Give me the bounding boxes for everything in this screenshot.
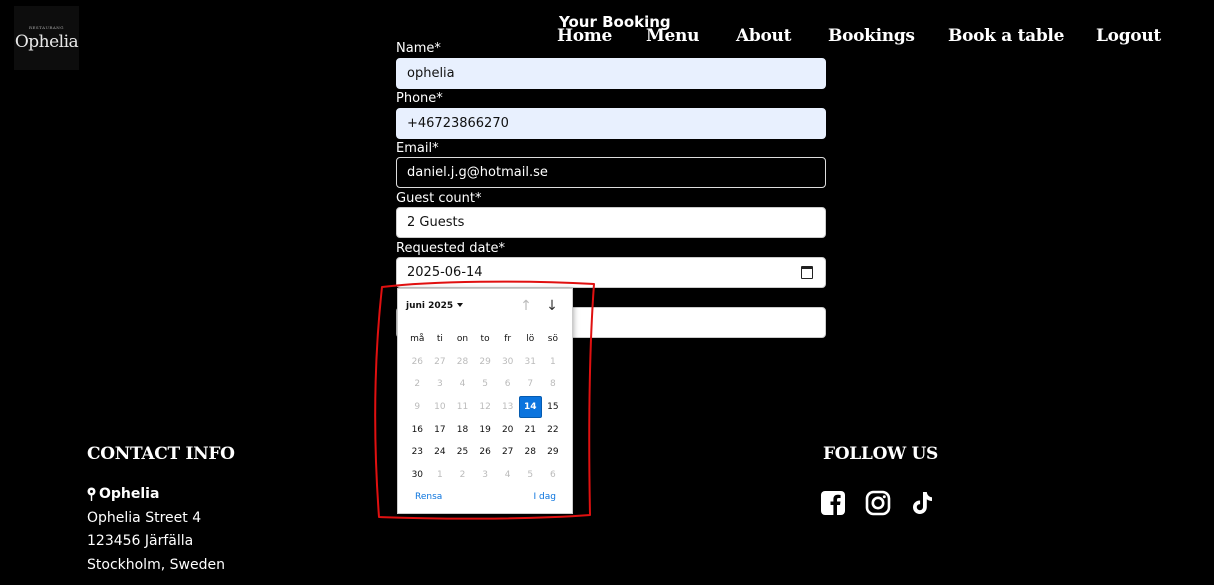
- datepicker-day: 2: [414, 379, 421, 390]
- datepicker-day: 10: [434, 402, 446, 413]
- datepicker-week-row: 26 27 28 29 30 31 1: [406, 351, 572, 374]
- datepicker-day: 27: [434, 356, 446, 367]
- requested-date-value: 2025-06-14: [407, 265, 483, 280]
- datepicker-day: 4: [504, 469, 511, 480]
- caret-down-icon: [457, 303, 464, 307]
- phone-label: Phone*: [396, 91, 443, 106]
- datepicker-day[interactable]: 30: [406, 464, 429, 487]
- datepicker-day[interactable]: 29: [542, 441, 565, 464]
- datepicker-day[interactable]: 26: [474, 441, 497, 464]
- contact-postcode: 123456 Järfälla: [87, 533, 194, 549]
- requested-date-input[interactable]: 2025-06-14: [396, 257, 826, 288]
- email-label: Email*: [396, 141, 439, 156]
- arrow-up-icon[interactable]: ↑: [518, 298, 534, 314]
- datepicker-day[interactable]: 20: [496, 418, 519, 441]
- datepicker-day: 6: [549, 469, 556, 480]
- datepicker-month-label: juni 2025: [406, 301, 454, 311]
- instagram-icon[interactable]: [865, 490, 891, 516]
- datepicker-week-row: 9 10 11 12 13 14 15: [406, 395, 572, 419]
- contact-city: Stockholm, Sweden: [87, 557, 225, 573]
- guest-count-select[interactable]: 2 Guests: [396, 207, 826, 238]
- datepicker-today-button[interactable]: I dag: [534, 492, 556, 502]
- tiktok-icon[interactable]: [909, 490, 935, 516]
- nav-book-a-table[interactable]: Book a table: [948, 26, 1064, 46]
- main-nav: Home Menu About Bookings Book a table Lo…: [0, 26, 1214, 50]
- datepicker-day: 7: [527, 379, 534, 390]
- datepicker-day: 6: [504, 379, 511, 390]
- weekday-label: to: [480, 334, 490, 345]
- datepicker-day[interactable]: 22: [542, 418, 565, 441]
- name-input[interactable]: ophelia: [396, 58, 826, 89]
- nav-home[interactable]: Home: [557, 26, 612, 46]
- datepicker-day[interactable]: 19: [474, 418, 497, 441]
- datepicker-day: 8: [549, 379, 556, 390]
- contact-name: Ophelia: [87, 486, 159, 502]
- weekday-label: må: [410, 334, 425, 345]
- datepicker-day[interactable]: 21: [519, 418, 542, 441]
- contact-street: Ophelia Street 4: [87, 510, 202, 526]
- datepicker-day: 5: [527, 469, 534, 480]
- datepicker-day[interactable]: 24: [429, 441, 452, 464]
- datepicker-day: 13: [501, 402, 514, 413]
- datepicker-day: 3: [482, 469, 488, 480]
- datepicker-clear-button[interactable]: Rensa: [415, 492, 442, 502]
- datepicker-day: 1: [437, 469, 443, 480]
- datepicker-week-row: 16 17 18 19 20 21 22: [406, 418, 572, 441]
- nav-bookings[interactable]: Bookings: [828, 26, 915, 46]
- datepicker-day: 12: [479, 402, 491, 413]
- weekday-label: ti: [436, 334, 443, 345]
- contact-title: CONTACT INFO: [87, 444, 235, 464]
- datepicker-day[interactable]: 15: [542, 396, 565, 419]
- datepicker-day[interactable]: 25: [451, 441, 474, 464]
- weekday-label: fr: [504, 334, 512, 345]
- datepicker-day[interactable]: 27: [496, 441, 519, 464]
- datepicker-day: 3: [437, 379, 443, 390]
- nav-menu[interactable]: Menu: [646, 26, 699, 46]
- phone-input[interactable]: +46723866270: [396, 108, 826, 139]
- weekday-label: on: [456, 334, 469, 345]
- nav-logout[interactable]: Logout: [1096, 26, 1161, 46]
- arrow-down-icon[interactable]: ↓: [544, 298, 560, 314]
- weekday-label: sö: [547, 334, 558, 345]
- datepicker-day: 28: [456, 356, 469, 367]
- datepicker-day: 30: [501, 356, 514, 367]
- datepicker-day[interactable]: 28: [519, 441, 542, 464]
- datepicker-grid: må ti on to fr lö sö 26 27 28 29 30 31 1 2 3 4 5 6 7…: [406, 328, 572, 486]
- datepicker-day: 4: [459, 379, 466, 390]
- datepicker-day[interactable]: 14: [518, 395, 542, 419]
- datepicker-day: 11: [456, 402, 469, 413]
- datepicker-day: 1: [549, 356, 556, 367]
- datepicker-day: 31: [524, 356, 536, 367]
- datepicker-week-row: 23 24 25 26 27 28 29: [406, 441, 572, 464]
- datepicker-day[interactable]: 16: [406, 418, 429, 441]
- map-pin-icon: [87, 487, 96, 501]
- datepicker-week-row: 2 3 4 5 6 7 8: [406, 373, 572, 396]
- datepicker-day[interactable]: 23: [406, 441, 429, 464]
- datepicker-week-row: 30 1 2 3 4 5 6: [406, 464, 572, 487]
- datepicker-day: 29: [479, 356, 491, 367]
- email-input[interactable]: daniel.j.g@hotmail.se: [396, 157, 826, 188]
- name-label: Name*: [396, 41, 441, 56]
- contact-name-text: Ophelia: [99, 486, 160, 502]
- datepicker-days: 26 27 28 29 30 31 1 2 3 4 5 6 7 8 9 10 11 12 13 14 15 16 17 18 1…: [406, 351, 572, 487]
- facebook-icon[interactable]: [820, 490, 846, 516]
- weekday-label: lö: [526, 334, 535, 345]
- requested-date-label: Requested date*: [396, 241, 506, 256]
- datepicker-day: 26: [411, 356, 424, 367]
- datepicker-day[interactable]: 17: [429, 418, 452, 441]
- datepicker-popup: juni 2025 ↑ ↓ må ti on to fr lö sö 26 27 2…: [397, 288, 573, 514]
- datepicker-weekdays: må ti on to fr lö sö: [406, 328, 572, 351]
- follow-title: FOLLOW US: [823, 444, 939, 464]
- datepicker-day: 2: [459, 469, 466, 480]
- datepicker-day[interactable]: 18: [451, 418, 474, 441]
- datepicker-day: 5: [482, 379, 488, 390]
- guest-count-label: Guest count*: [396, 191, 482, 206]
- datepicker-month-select[interactable]: juni 2025: [406, 301, 464, 311]
- datepicker-day: 9: [414, 402, 421, 413]
- calendar-icon[interactable]: [801, 266, 813, 279]
- nav-about[interactable]: About: [736, 26, 791, 46]
